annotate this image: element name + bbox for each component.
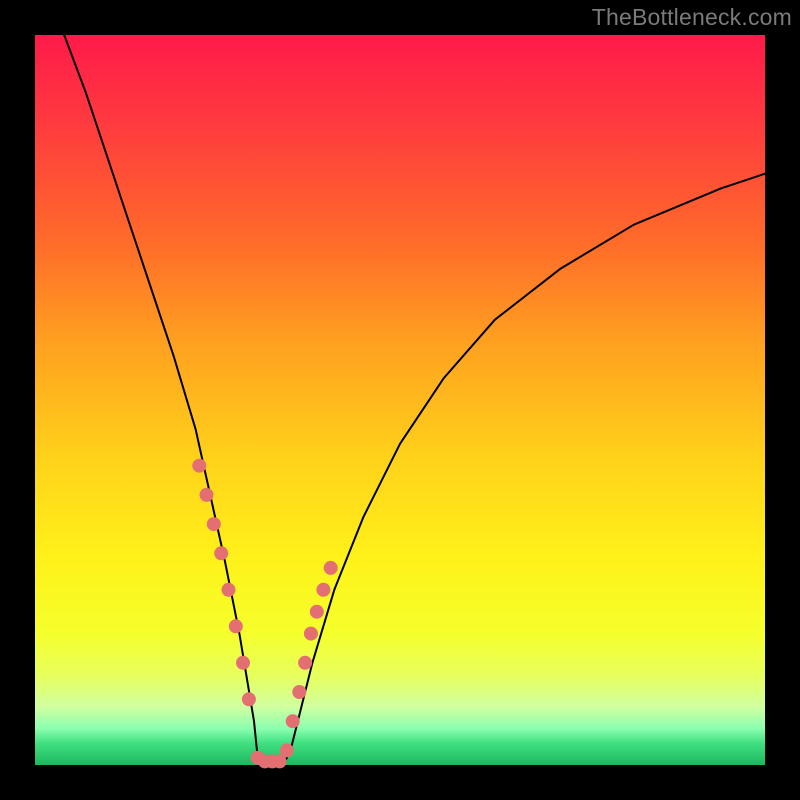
marker-dot bbox=[324, 561, 338, 575]
marker-dot bbox=[192, 459, 206, 473]
marker-dot bbox=[242, 692, 256, 706]
marker-dot bbox=[304, 627, 318, 641]
marker-dot bbox=[316, 583, 330, 597]
marker-dot bbox=[229, 619, 243, 633]
marker-dot bbox=[222, 583, 236, 597]
marker-dot bbox=[214, 546, 228, 560]
marker-dot bbox=[207, 517, 221, 531]
chart-svg bbox=[35, 35, 765, 765]
bottleneck-curve bbox=[64, 35, 765, 765]
marker-dot bbox=[236, 656, 250, 670]
chart-frame: TheBottleneck.com bbox=[0, 0, 800, 800]
watermark-text: TheBottleneck.com bbox=[592, 4, 792, 31]
marker-dot bbox=[298, 656, 312, 670]
marker-dot bbox=[310, 605, 324, 619]
chart-plot-area bbox=[35, 35, 765, 765]
marker-dots bbox=[192, 459, 337, 769]
marker-dot bbox=[292, 685, 306, 699]
marker-dot bbox=[286, 714, 300, 728]
marker-dot bbox=[200, 488, 214, 502]
marker-dot bbox=[280, 743, 294, 757]
